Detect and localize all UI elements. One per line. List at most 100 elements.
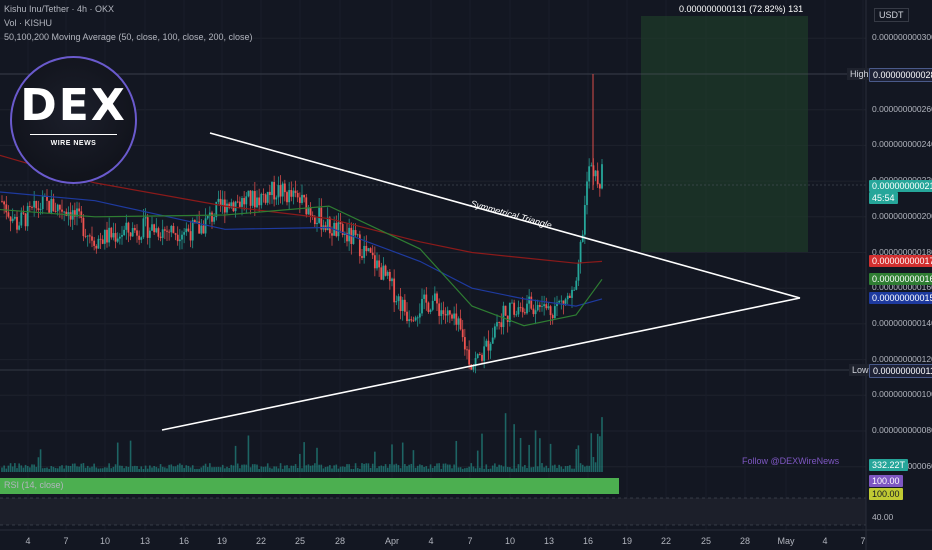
triangle-label: Symmetrical Triangle: [469, 198, 552, 230]
candle-body: [588, 166, 591, 182]
candle-body: [61, 209, 63, 212]
x-tick-label: 28: [739, 536, 751, 546]
candle-body: [91, 236, 93, 241]
candle-body: [271, 181, 273, 196]
volume-bar: [569, 465, 571, 472]
candle-body: [217, 198, 220, 202]
volume-bar: [138, 468, 140, 472]
candle-body: [279, 185, 282, 197]
volume-bar: [281, 468, 284, 472]
volume-bar: [99, 468, 102, 472]
volume-bar: [292, 465, 295, 472]
volume-bar: [571, 468, 573, 472]
volume-bar: [581, 464, 584, 472]
candle-body: [202, 225, 205, 234]
volume-bar: [236, 463, 239, 472]
volume-bar: [91, 466, 93, 472]
volume-bar: [429, 464, 432, 472]
candle-body: [468, 349, 471, 365]
volume-bar: [18, 463, 20, 472]
candle-body: [596, 170, 599, 185]
x-tick-label: 4: [822, 536, 828, 546]
volume-bar: [337, 468, 340, 472]
candle-body: [121, 235, 123, 237]
candle-body: [481, 354, 483, 361]
volume-bar: [588, 465, 590, 472]
volume-legend: Vol · KISHU: [4, 18, 53, 28]
candle-body: [429, 309, 432, 312]
ma50-line: [0, 205, 603, 327]
volume-bar: [191, 465, 194, 472]
candle-body: [386, 271, 389, 276]
volume-bar: [524, 464, 526, 472]
candle-body: [168, 231, 171, 233]
volume-bar: [63, 468, 65, 472]
candle-body: [253, 191, 256, 208]
volume-bar: [198, 468, 200, 472]
volume-bar: [466, 467, 468, 472]
volume-bar: [187, 465, 190, 472]
candle-body: [153, 224, 156, 233]
lower-trendline[interactable]: [161, 297, 801, 431]
volume-bar: [446, 464, 449, 472]
candle-body: [444, 314, 447, 316]
volume-bar: [155, 466, 158, 472]
volume-bar: [20, 465, 23, 472]
volume-bar: [509, 467, 511, 472]
candle-body: [538, 304, 541, 307]
volume-bar: [324, 467, 327, 472]
volume-bar: [209, 463, 211, 472]
volume-bar: [14, 463, 16, 472]
volume-bar: [481, 433, 483, 472]
candle-body: [166, 230, 168, 232]
candle-body: [260, 193, 263, 206]
candle-body: [466, 349, 468, 351]
volume-bar: [378, 466, 380, 472]
price-chart[interactable]: Symmetrical Triangle: [0, 0, 932, 550]
currency-selector[interactable]: USDT: [874, 8, 909, 22]
candle-body: [185, 228, 188, 233]
volume-bar: [401, 442, 404, 472]
volume-bar: [9, 463, 12, 472]
candle-body: [371, 252, 374, 256]
rsi-band: [0, 478, 619, 494]
candle-body: [395, 301, 398, 303]
volume-bar: [52, 466, 55, 472]
candle-body: [129, 232, 132, 237]
x-tick-label: 22: [255, 536, 267, 546]
volume-bar: [1, 467, 3, 472]
candle-body: [547, 306, 550, 309]
volume-bar: [29, 467, 31, 472]
candle-body: [95, 245, 98, 249]
volume-bar: [502, 466, 505, 472]
volume-bar: [311, 465, 314, 472]
candle-body: [519, 307, 522, 309]
candle-body: [326, 217, 329, 231]
candle-body: [568, 295, 571, 298]
x-tick-label: 7: [467, 536, 473, 546]
volume-bar: [93, 463, 95, 472]
candle-body: [558, 300, 561, 303]
candle-body: [436, 293, 438, 304]
candle-body: [373, 255, 376, 269]
candle-body: [26, 206, 29, 227]
candle-body: [296, 192, 299, 198]
volume-bar: [106, 467, 108, 472]
y-tick-label: 0.000000000100: [872, 389, 932, 400]
volume-bar: [151, 467, 153, 472]
candle-body: [508, 302, 511, 322]
candle-body: [485, 340, 488, 347]
candle-body: [566, 295, 569, 300]
volume-bar: [127, 466, 130, 472]
candle-body: [140, 237, 143, 240]
candle-body: [504, 305, 507, 316]
target-zone-box: [641, 16, 808, 252]
volume-bar: [586, 465, 588, 472]
candle-body: [206, 215, 209, 219]
x-tick-label: 28: [334, 536, 346, 546]
candle-body: [125, 222, 128, 230]
candle-body: [431, 300, 434, 310]
candle-body: [391, 278, 393, 282]
candle-body: [414, 317, 417, 321]
volume-bar: [573, 468, 575, 472]
